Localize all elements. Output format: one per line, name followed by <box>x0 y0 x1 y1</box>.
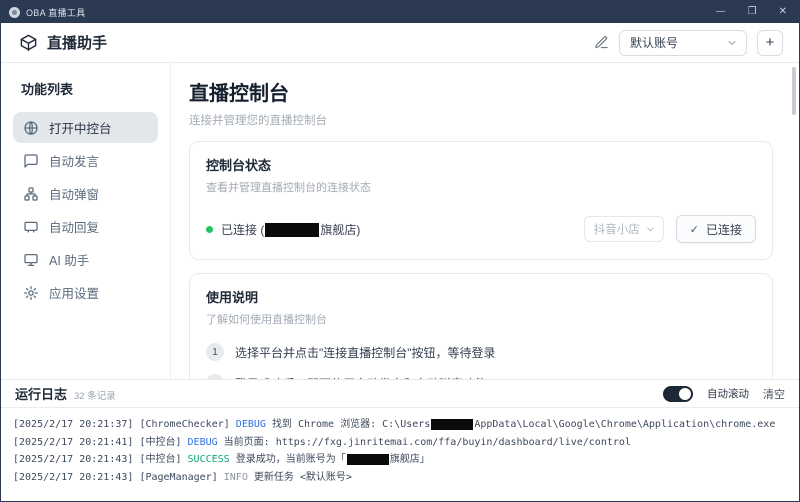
add-account-button[interactable]: + <box>757 29 783 56</box>
log-line: [2025/2/17 20:21:43] [PageManager] INFO … <box>13 471 352 483</box>
log-line: [2025/2/17 20:21:43] [中控台] SUCCESS 登录成功，… <box>13 453 430 465</box>
log-line: [2025/2/17 20:21:41] [中控台] DEBUG 当前页面: h… <box>13 436 631 448</box>
status-text: 已连接 (旗舰店) <box>221 222 361 238</box>
connect-button[interactable]: ✓ 已连接 <box>675 215 756 243</box>
usage-help-card: 使用说明 了解如何使用直播控制台 1 选择平台并点击"连接直播控制台"按钮，等待… <box>189 273 773 379</box>
sitemap-icon <box>23 186 39 202</box>
main-content: 直播控制台 连接并管理您的直播控制台 控制台状态 查看并管理直播控制台的连接状态… <box>171 63 799 379</box>
platform-select[interactable]: 抖音小店 <box>583 216 664 242</box>
sidebar: 功能列表 打开中控台 自动发言 自动弹窗 自动回复 AI 助手 应用设置 <box>1 63 171 379</box>
gear-icon <box>23 285 39 301</box>
app-icon <box>9 6 20 18</box>
app-header: 直播助手 默认账号 + <box>1 23 799 63</box>
pencil-icon[interactable] <box>594 35 609 50</box>
reply-icon <box>23 219 39 235</box>
autoscroll-label: 自动滚动 <box>707 388 749 400</box>
autoscroll-toggle[interactable] <box>663 385 693 402</box>
redaction-box <box>431 418 474 430</box>
steps-list: 1 选择平台并点击"连接直播控制台"按钮，等待登录 2 登录成功后，即可使用自动… <box>206 343 756 379</box>
redaction-box <box>265 223 320 238</box>
maximize-button[interactable]: ❐ <box>748 7 757 17</box>
connect-button-label: 已连接 <box>705 222 742 237</box>
sidebar-item-auto-reply[interactable]: 自动回复 <box>13 211 158 242</box>
minimize-button[interactable]: — <box>716 7 726 17</box>
instruction-step: 2 登录成功后，即可使用自动发言和自动弹窗功能 <box>206 374 756 379</box>
log-lines: [2025/2/17 20:21:37] [ChromeChecker] DEB… <box>1 407 799 501</box>
step-text: 登录成功后，即可使用自动发言和自动弹窗功能 <box>235 375 487 380</box>
console-status-card: 控制台状态 查看并管理直播控制台的连接状态 已连接 (旗舰店) 抖音小店 ✓ 已… <box>189 141 773 260</box>
package-icon <box>19 33 38 52</box>
platform-select-value: 抖音小店 <box>593 224 640 236</box>
status-card-title: 控制台状态 <box>206 158 272 173</box>
step-number: 1 <box>206 343 224 361</box>
close-button[interactable]: ✕ <box>779 7 787 17</box>
sidebar-item-auto-speak[interactable]: 自动发言 <box>13 145 158 176</box>
account-select-value: 默认账号 <box>630 36 679 50</box>
monitor-icon <box>23 252 39 268</box>
page-app-title: 直播助手 <box>47 35 108 52</box>
log-panel: 运行日志 32 条记录 自动滚动 清空 [2025/2/17 20:21:37]… <box>1 379 799 501</box>
chevron-down-icon <box>645 224 656 235</box>
sidebar-list: 打开中控台 自动发言 自动弹窗 自动回复 AI 助手 应用设置 <box>13 112 158 308</box>
sidebar-item-open-console[interactable]: 打开中控台 <box>13 112 158 143</box>
log-line: [2025/2/17 20:21:37] [ChromeChecker] DEB… <box>13 418 776 430</box>
log-panel-title: 运行日志 <box>15 387 68 402</box>
titlebar: OBA 直播工具 — ❐ ✕ <box>1 1 799 23</box>
help-card-subtitle: 了解如何使用直播控制台 <box>206 314 327 326</box>
sidebar-item-ai-assistant[interactable]: AI 助手 <box>13 244 158 275</box>
page-subtitle: 连接并管理您的直播控制台 <box>189 115 327 127</box>
redaction-box <box>346 453 389 465</box>
check-icon: ✓ <box>689 223 699 236</box>
log-count-badge: 32 条记录 <box>74 391 116 402</box>
page-title: 直播控制台 <box>189 83 289 105</box>
status-dot <box>206 225 213 233</box>
sidebar-item-auto-popup[interactable]: 自动弹窗 <box>13 178 158 209</box>
speech-icon <box>23 153 39 169</box>
step-number: 2 <box>206 374 224 379</box>
help-card-title: 使用说明 <box>206 290 259 305</box>
window-title: OBA 直播工具 <box>26 7 86 18</box>
instruction-step: 1 选择平台并点击"连接直播控制台"按钮，等待登录 <box>206 343 756 361</box>
chevron-down-icon <box>726 37 738 49</box>
step-text: 选择平台并点击"连接直播控制台"按钮，等待登录 <box>235 345 496 360</box>
status-card-subtitle: 查看并管理直播控制台的连接状态 <box>206 182 371 194</box>
globe-icon <box>23 120 39 136</box>
scrollbar-thumb[interactable] <box>792 67 796 115</box>
app-window: OBA 直播工具 — ❐ ✕ 直播助手 默认账号 + 功能列表 打开中控台 自动… <box>0 0 800 502</box>
sidebar-item-app-settings[interactable]: 应用设置 <box>13 277 158 308</box>
clear-log-button[interactable]: 清空 <box>763 386 785 402</box>
account-select[interactable]: 默认账号 <box>619 29 747 56</box>
sidebar-heading: 功能列表 <box>21 82 74 97</box>
